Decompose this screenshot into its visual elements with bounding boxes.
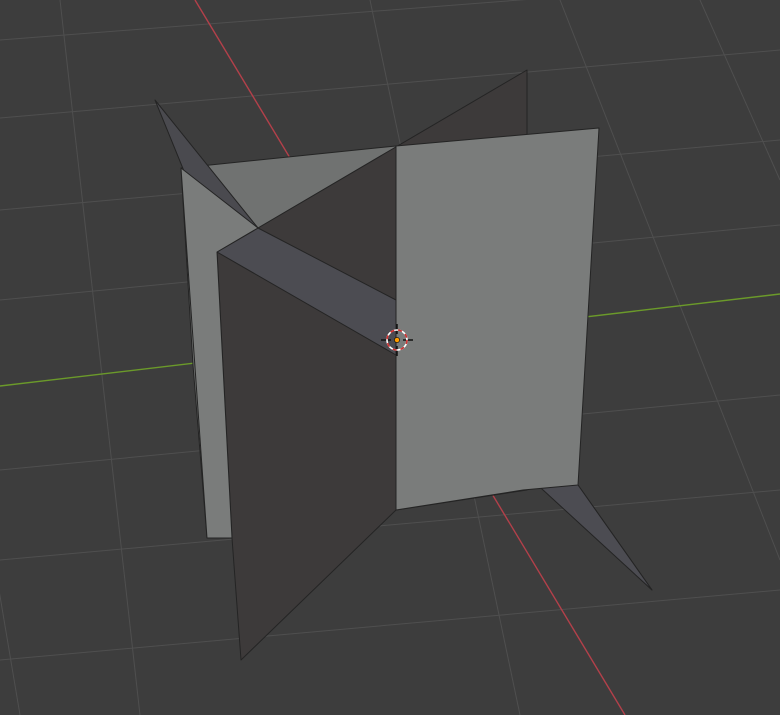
scene-objects[interactable] [154,69,653,661]
3d-viewport[interactable] [0,0,780,715]
origin-dot [394,337,400,343]
plane-light-front[interactable] [395,127,600,511]
